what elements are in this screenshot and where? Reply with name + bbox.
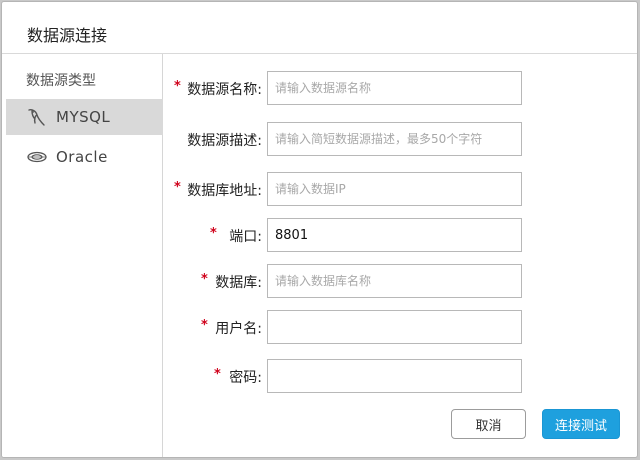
sidebar-heading: 数据源类型 (26, 73, 96, 89)
field-row-port: * 端口: (170, 218, 530, 252)
required-asterisk: * (174, 180, 181, 195)
field-row-username: * 用户名: (170, 310, 530, 344)
field-label-datasource-desc: 数据源描述: (187, 133, 262, 149)
required-asterisk: * (210, 226, 217, 241)
field-label-database: 数据库: (215, 275, 262, 291)
field-row-database: * 数据库: (170, 264, 530, 298)
field-label-username: 用户名: (215, 321, 262, 337)
password-input[interactable] (267, 359, 522, 393)
datasource-desc-input[interactable] (267, 122, 522, 156)
dialog-titlebar: 数据源连接 (2, 2, 637, 54)
oracle-db-icon (26, 146, 48, 168)
required-asterisk: * (214, 367, 221, 382)
field-label-db-address: 数据库地址: (187, 183, 262, 199)
field-label-password: 密码: (229, 370, 262, 386)
sidebar-item-mysql[interactable]: MYSQL (6, 99, 163, 135)
field-row-db-address: * 数据库地址: (170, 172, 530, 206)
database-name-input[interactable] (267, 264, 522, 298)
cancel-button[interactable]: 取消 (451, 409, 526, 439)
field-label-port: 端口: (229, 229, 262, 245)
required-asterisk: * (201, 318, 208, 333)
field-row-password: * 密码: (170, 359, 530, 393)
dialog-title: 数据源连接 (27, 26, 108, 45)
sidebar-item-label: MYSQL (56, 108, 111, 126)
required-asterisk: * (201, 272, 208, 287)
mysql-dolphin-icon (26, 106, 48, 128)
sidebar-item-oracle[interactable]: Oracle (6, 139, 163, 175)
db-address-input[interactable] (267, 172, 522, 206)
field-row-datasource-name: * 数据源名称: (170, 71, 530, 105)
port-input[interactable] (267, 218, 522, 252)
datasource-name-input[interactable] (267, 71, 522, 105)
required-asterisk: * (174, 79, 181, 94)
username-input[interactable] (267, 310, 522, 344)
field-label-datasource-name: 数据源名称: (187, 82, 262, 98)
field-row-datasource-desc: 数据源描述: (170, 122, 530, 156)
test-connection-button[interactable]: 连接测试 (542, 409, 620, 439)
datasource-type-sidebar: 数据源类型 MYSQL Oracle (2, 54, 163, 457)
sidebar-item-label: Oracle (56, 148, 108, 166)
datasource-dialog: 数据源连接 数据源类型 MYSQL Oracle * 数据源名称: 请输入数据源… (1, 1, 638, 458)
